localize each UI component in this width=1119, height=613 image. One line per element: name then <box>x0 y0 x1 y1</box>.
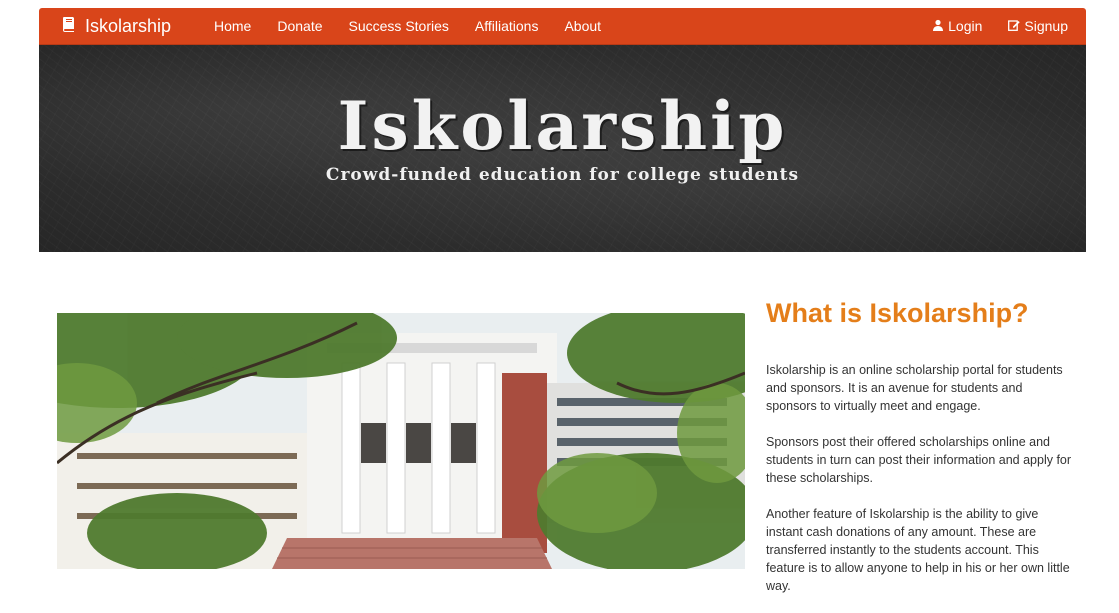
about-paragraph: Another feature of Iskolarship is the ab… <box>766 507 1070 593</box>
top-navbar: Iskolarship Home Donate Success Stories … <box>39 8 1086 45</box>
nav-affiliations[interactable]: Affiliations <box>462 8 552 45</box>
about-description: Iskolarship is an online scholarship por… <box>766 361 1076 613</box>
about-paragraph: Iskolarship is an online scholarship por… <box>766 363 1063 413</box>
brand-link[interactable]: Iskolarship <box>61 8 171 45</box>
signup-label: Signup <box>1024 18 1068 34</box>
login-label: Login <box>948 18 983 34</box>
brand-name: Iskolarship <box>85 16 172 36</box>
signup-link[interactable]: Signup <box>1008 8 1068 45</box>
book-icon <box>61 16 77 37</box>
nav-home[interactable]: Home <box>201 8 264 45</box>
main-nav: Home Donate Success Stories Affiliations… <box>201 8 614 45</box>
chalkboard-hero: Iskolarship Crowd-funded education for c… <box>39 45 1086 252</box>
login-link[interactable]: Login <box>932 8 982 45</box>
user-icon <box>932 8 944 45</box>
nav-about[interactable]: About <box>551 8 614 45</box>
nav-success-stories[interactable]: Success Stories <box>336 8 462 45</box>
account-nav: Login Signup <box>932 8 1068 45</box>
campus-building-photo <box>57 313 745 569</box>
hero-title: Iskolarship <box>337 87 788 165</box>
about-heading: What is Iskolarship? <box>766 298 1029 328</box>
nav-donate[interactable]: Donate <box>264 8 335 45</box>
hero-subtitle: Crowd-funded education for college stude… <box>325 165 800 185</box>
edit-icon <box>1008 8 1021 45</box>
about-paragraph: Sponsors post their offered scholarships… <box>766 435 1072 485</box>
